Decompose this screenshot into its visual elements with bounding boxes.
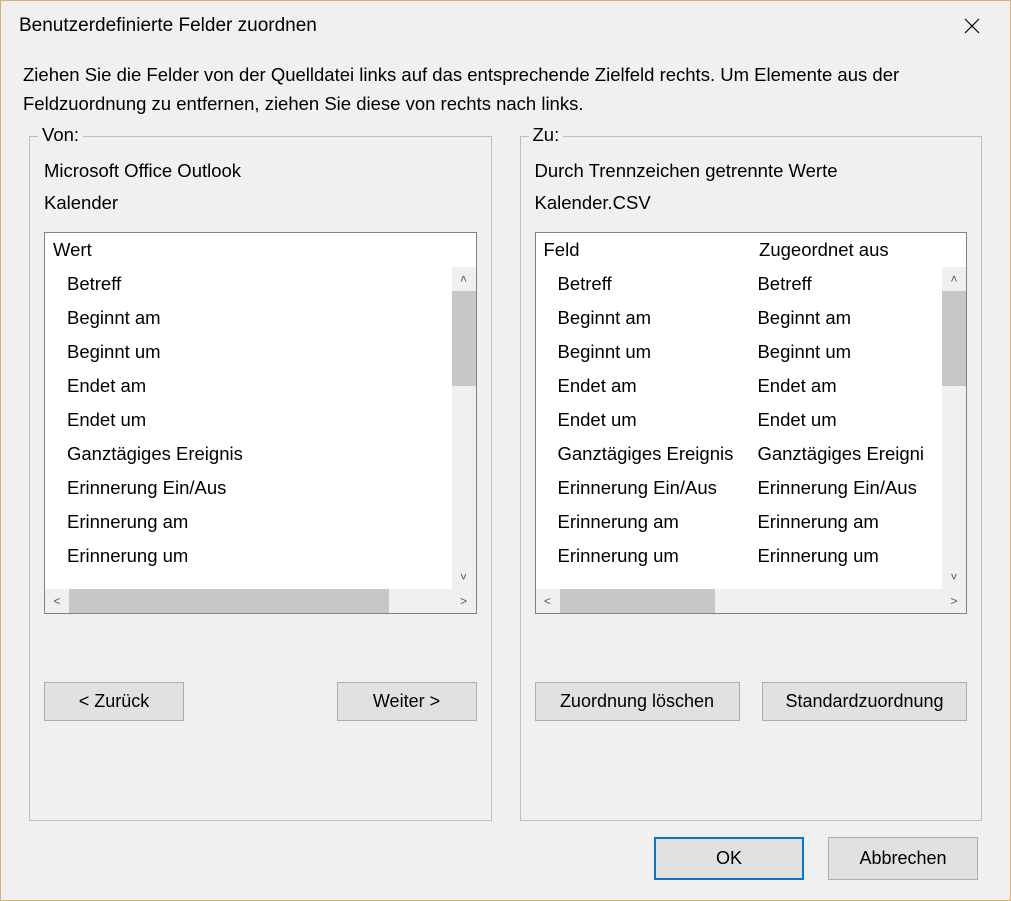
list-item[interactable]: Beginnt um [67, 335, 452, 369]
list-item[interactable]: Beginnt amBeginnt am [558, 301, 943, 335]
source-rows[interactable]: BetreffBeginnt amBeginnt umEndet amEndet… [45, 267, 452, 589]
dialog-footer: OK Abbrechen [1, 821, 1010, 900]
scroll-down-icon[interactable]: ˅ [942, 565, 966, 589]
source-pane: Von: Microsoft Office Outlook Kalender W… [29, 136, 492, 821]
source-vscrollbar[interactable]: ˄ ˅ [452, 267, 476, 589]
cancel-button[interactable]: Abbrechen [828, 837, 978, 880]
scroll-left-icon[interactable]: ˂ [536, 589, 560, 613]
map-custom-fields-dialog: Benutzerdefinierte Felder zuordnen Ziehe… [1, 1, 1010, 900]
list-item[interactable]: Erinnerung um [67, 539, 452, 573]
list-item[interactable]: Erinnerung Ein/Aus [67, 471, 452, 505]
target-header-mapped: Zugeordnet aus [759, 239, 934, 261]
close-button[interactable] [952, 6, 992, 46]
source-listbox[interactable]: Wert BetreffBeginnt amBeginnt umEndet am… [44, 232, 477, 614]
ok-button[interactable]: OK [654, 837, 804, 880]
target-meta: Durch Trennzeichen getrennte Werte Kalen… [535, 147, 968, 220]
list-item[interactable]: Beginnt am [67, 301, 452, 335]
list-item[interactable]: Erinnerung amErinnerung am [558, 505, 943, 539]
scroll-right-icon[interactable]: ˃ [942, 589, 966, 613]
source-label: Von: [38, 124, 83, 146]
scroll-thumb[interactable] [452, 291, 476, 386]
list-item[interactable]: Erinnerung am [67, 505, 452, 539]
scroll-thumb[interactable] [69, 589, 389, 613]
target-vscrollbar[interactable]: ˄ ˅ [942, 267, 966, 589]
list-item[interactable]: BetreffBetreff [558, 267, 943, 301]
instructions-text: Ziehen Sie die Felder von der Quelldatei… [1, 51, 1010, 136]
scroll-thumb[interactable] [942, 291, 966, 386]
source-folder: Kalender [44, 187, 477, 218]
target-pane: Zu: Durch Trennzeichen getrennte Werte K… [520, 136, 983, 821]
target-header-field: Feld [544, 239, 760, 261]
list-item[interactable]: Endet am [67, 369, 452, 403]
panes-container: Von: Microsoft Office Outlook Kalender W… [1, 136, 1010, 821]
source-header-value: Wert [53, 239, 444, 261]
close-icon [964, 18, 980, 34]
target-listbox[interactable]: Feld Zugeordnet aus BetreffBetreffBeginn… [535, 232, 968, 614]
list-item[interactable]: Ganztägiges EreignisGanztägiges Ereigni [558, 437, 943, 471]
source-buttons: < Zurück Weiter > [44, 682, 477, 721]
dialog-title: Benutzerdefinierte Felder zuordnen [19, 15, 317, 37]
list-item[interactable]: Endet umEndet um [558, 403, 943, 437]
list-item[interactable]: Ganztägiges Ereignis [67, 437, 452, 471]
source-meta: Microsoft Office Outlook Kalender [44, 147, 477, 220]
titlebar: Benutzerdefinierte Felder zuordnen [1, 1, 1010, 51]
next-button[interactable]: Weiter > [337, 682, 477, 721]
default-mapping-button[interactable]: Standardzuordnung [762, 682, 967, 721]
list-item[interactable]: Endet um [67, 403, 452, 437]
target-hscrollbar[interactable]: ˂ ˃ [536, 589, 967, 613]
target-file: Kalender.CSV [535, 187, 968, 218]
source-app: Microsoft Office Outlook [44, 155, 477, 186]
list-item[interactable]: Erinnerung Ein/AusErinnerung Ein/Aus [558, 471, 943, 505]
scroll-thumb[interactable] [560, 589, 715, 613]
target-list-header: Feld Zugeordnet aus [536, 233, 967, 267]
back-button[interactable]: < Zurück [44, 682, 184, 721]
list-item[interactable]: Erinnerung umErinnerung um [558, 539, 943, 573]
target-format: Durch Trennzeichen getrennte Werte [535, 155, 968, 186]
clear-mapping-button[interactable]: Zuordnung löschen [535, 682, 740, 721]
list-item[interactable]: Endet amEndet am [558, 369, 943, 403]
scroll-up-icon[interactable]: ˄ [942, 267, 966, 291]
scroll-right-icon[interactable]: ˃ [452, 589, 476, 613]
source-hscrollbar[interactable]: ˂ ˃ [45, 589, 476, 613]
scroll-left-icon[interactable]: ˂ [45, 589, 69, 613]
source-list-header: Wert [45, 233, 476, 267]
scroll-up-icon[interactable]: ˄ [452, 267, 476, 291]
scroll-down-icon[interactable]: ˅ [452, 565, 476, 589]
target-label: Zu: [529, 124, 564, 146]
list-item[interactable]: Beginnt umBeginnt um [558, 335, 943, 369]
list-item[interactable]: Betreff [67, 267, 452, 301]
target-buttons: Zuordnung löschen Standardzuordnung [535, 682, 968, 721]
target-rows[interactable]: BetreffBetreffBeginnt amBeginnt amBeginn… [536, 267, 943, 589]
